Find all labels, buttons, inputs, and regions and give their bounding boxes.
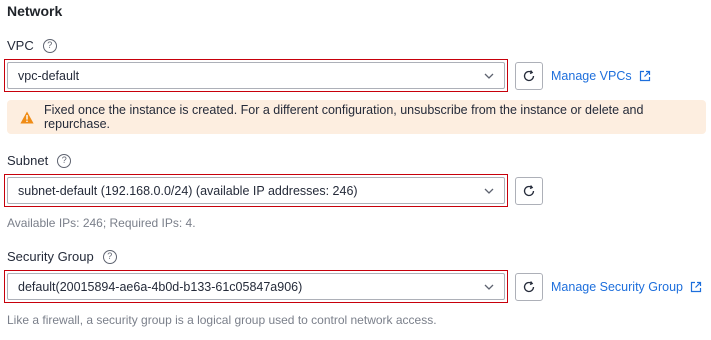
refresh-icon (523, 185, 535, 197)
subnet-label: Subnet (7, 153, 49, 168)
security-group-label-row: Security Group ? (7, 249, 117, 264)
question-circle-icon[interactable]: ? (102, 249, 117, 264)
question-circle-icon[interactable]: ? (57, 153, 72, 168)
warning-text: Fixed once the instance is created. For … (44, 103, 644, 131)
security-group-hint: Like a firewall, a security group is a l… (7, 313, 437, 327)
manage-security-group-link-label: Manage Security Group (551, 280, 684, 294)
vpc-select[interactable]: vpc-default (7, 62, 505, 89)
question-circle-icon[interactable]: ? (42, 38, 57, 53)
external-link-icon (639, 70, 650, 82)
manage-security-group-link[interactable]: Manage Security Group (551, 280, 702, 294)
vpc-select-highlight: vpc-default (4, 59, 508, 92)
vpc-select-value: vpc-default (18, 68, 80, 83)
subnet-label-row: Subnet ? (7, 153, 72, 168)
chevron-down-icon (484, 188, 494, 194)
external-link-icon (690, 281, 702, 293)
vpc-label-row: VPC ? (7, 38, 57, 53)
chevron-down-icon (484, 73, 494, 79)
chevron-down-icon (484, 284, 494, 290)
subnet-select-value: subnet-default (192.168.0.0/24) (availab… (18, 183, 358, 198)
manage-vpcs-link-label: Manage VPCs (551, 69, 632, 83)
subnet-select[interactable]: subnet-default (192.168.0.0/24) (availab… (7, 177, 505, 204)
security-group-label: Security Group (7, 249, 94, 264)
refresh-icon (523, 70, 535, 82)
vpc-label: VPC (7, 38, 34, 53)
security-group-select-highlight: default(20015894-ae6a-4b0d-b133-61c05847… (4, 270, 508, 303)
refresh-icon (523, 281, 535, 293)
warning-triangle-icon (20, 111, 34, 123)
warning-banner: Fixed once the instance is created. For … (7, 100, 706, 134)
subnet-hint: Available IPs: 246; Required IPs: 4. (7, 216, 196, 230)
subnet-refresh-button[interactable] (515, 177, 543, 205)
subnet-select-highlight: subnet-default (192.168.0.0/24) (availab… (4, 174, 508, 207)
section-title: Network (7, 3, 63, 19)
security-group-select-value: default(20015894-ae6a-4b0d-b133-61c05847… (18, 279, 303, 294)
security-group-refresh-button[interactable] (515, 273, 543, 301)
vpc-refresh-button[interactable] (515, 62, 543, 90)
security-group-select[interactable]: default(20015894-ae6a-4b0d-b133-61c05847… (7, 273, 505, 300)
manage-vpcs-link[interactable]: Manage VPCs (551, 69, 651, 83)
